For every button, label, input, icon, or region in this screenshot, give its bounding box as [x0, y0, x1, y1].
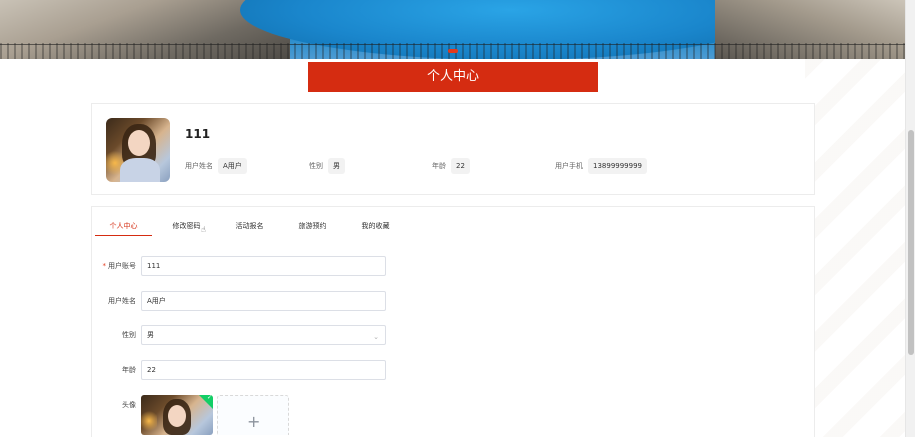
profile-card: 111 用户姓名 A用户 性别 男 年龄 22 用户手机 13899999999 [91, 103, 815, 195]
profile-field-label: 用户手机 [555, 162, 583, 170]
form-row-age: 年龄 22 [92, 360, 816, 380]
avatar-face [128, 130, 150, 156]
page-title: 个人中心 [308, 62, 598, 92]
form-row-account: * 用户账号 111 [92, 256, 816, 276]
form-row-avatar: 头像 ✓ + [92, 395, 816, 437]
tab-activity-signup[interactable]: 活动报名 [221, 221, 278, 237]
form-label-name: 用户姓名 [108, 297, 136, 305]
page-scrollbar[interactable] [905, 0, 915, 437]
avatar [106, 118, 170, 182]
plus-icon: + [247, 412, 261, 431]
age-input[interactable]: 22 [141, 360, 386, 380]
profile-field-value: A用户 [218, 158, 247, 174]
profile-field-name: 用户姓名 A用户 [185, 158, 247, 174]
profile-field-phone: 用户手机 13899999999 [555, 158, 647, 174]
uploaded-avatar-image[interactable]: ✓ [141, 395, 213, 435]
tab-change-password[interactable]: 修改密码 [158, 221, 215, 237]
scrollbar-thumb[interactable] [908, 130, 914, 355]
profile-field-label: 年龄 [432, 162, 446, 170]
tabs-card: 个人中心 修改密码 活动报名 旅游预约 我的收藏 * 用户账号 111 用户姓名 … [91, 206, 815, 437]
account-input[interactable]: 111 [141, 256, 386, 276]
image-face [168, 405, 186, 427]
profile-field-value: 13899999999 [588, 158, 647, 174]
form-label-age: 年龄 [122, 366, 136, 374]
tab-travel-booking[interactable]: 旅游预约 [284, 221, 341, 237]
chevron-down-icon: ⌄ [373, 333, 379, 341]
avatar-dress [120, 158, 160, 182]
form-label-account: * 用户账号 [92, 261, 137, 271]
name-input[interactable]: A用户 [141, 291, 386, 311]
form-row-gender: 性别 男 ⌄ [92, 325, 816, 345]
gender-select[interactable]: 男 ⌄ [141, 325, 386, 345]
profile-field-age: 年龄 22 [432, 158, 470, 174]
tab-my-favorites[interactable]: 我的收藏 [347, 221, 404, 237]
image-light [141, 409, 157, 433]
profile-name: 111 [185, 127, 211, 141]
profile-field-label: 性别 [309, 162, 323, 170]
profile-field-label: 用户姓名 [185, 162, 213, 170]
profile-field-value: 22 [451, 158, 470, 174]
banner-image [0, 0, 915, 59]
required-mark: * [102, 262, 107, 270]
profile-field-value: 男 [328, 158, 345, 174]
mouse-cursor-icon: ☝ [201, 225, 206, 234]
form-label-gender: 性别 [122, 331, 136, 339]
form-label-avatar: 头像 [122, 401, 136, 409]
form-label-text: 用户账号 [108, 262, 136, 270]
background-pattern [805, 59, 905, 437]
gender-select-value: 男 [147, 331, 154, 339]
active-tab-indicator [95, 235, 152, 236]
carousel-indicator[interactable] [448, 49, 458, 53]
form-row-name: 用户姓名 A用户 [92, 291, 816, 311]
profile-field-gender: 性别 男 [309, 158, 345, 174]
check-icon: ✓ [206, 395, 212, 401]
upload-add-button[interactable]: + [217, 395, 289, 435]
